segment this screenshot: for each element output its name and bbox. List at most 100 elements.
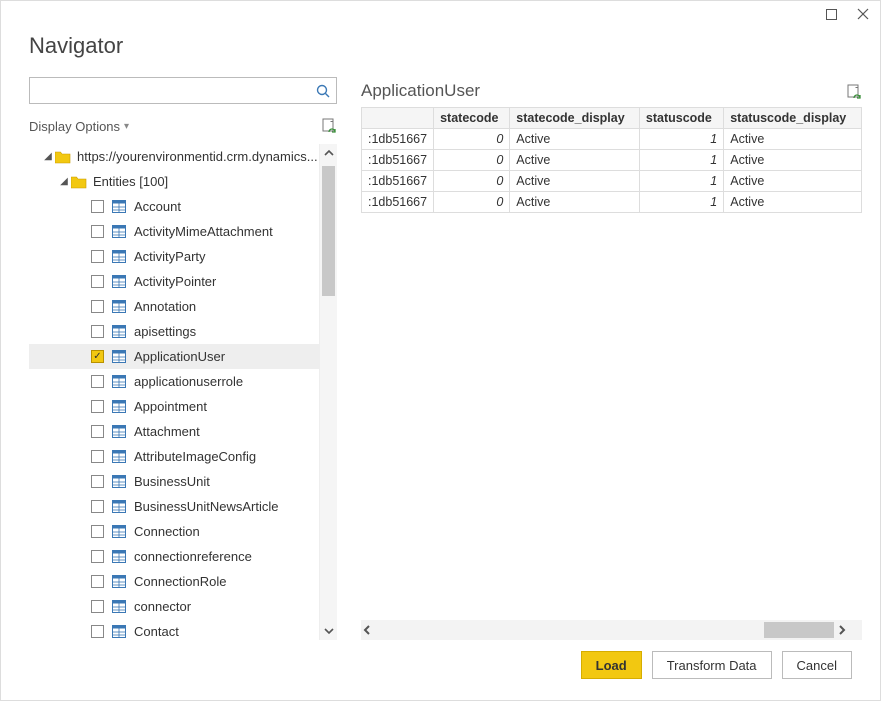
nav-tree[interactable]: ◢ https://yourenvironmentid.crm.dynamics.… xyxy=(29,144,319,640)
horizontal-scrollbar[interactable] xyxy=(361,620,862,640)
tree-item-checkbox[interactable] xyxy=(91,250,104,263)
tree-item-apisettings[interactable]: apisettings xyxy=(29,319,319,344)
table-icon xyxy=(112,275,126,288)
tree-item-checkbox[interactable] xyxy=(91,275,104,288)
cell-statecode-display: Active xyxy=(510,150,640,171)
load-button[interactable]: Load xyxy=(581,651,642,679)
cell-statecode: 0 xyxy=(434,150,510,171)
cell-statuscode: 1 xyxy=(639,129,723,150)
tree-root-label: https://yourenvironmentid.crm.dynamics..… xyxy=(77,149,318,164)
tree-item-contact[interactable]: Contact xyxy=(29,619,319,640)
tree-item-checkbox[interactable] xyxy=(91,525,104,538)
tree-item-businessunit[interactable]: BusinessUnit xyxy=(29,469,319,494)
preview-panel: ApplicationUser statecodestatecode_displ… xyxy=(361,77,862,640)
table-icon xyxy=(112,550,126,563)
tree-item-checkbox[interactable] xyxy=(91,350,104,363)
tree-item-label: connector xyxy=(134,599,191,614)
collapse-icon[interactable]: ◢ xyxy=(57,176,71,187)
column-header[interactable] xyxy=(362,108,434,129)
search-input[interactable] xyxy=(36,83,316,98)
cancel-button[interactable]: Cancel xyxy=(782,651,852,679)
close-icon[interactable] xyxy=(856,7,870,21)
nav-refresh-icon[interactable] xyxy=(321,117,337,135)
tree-item-attachment[interactable]: Attachment xyxy=(29,419,319,444)
tree-item-checkbox[interactable] xyxy=(91,625,104,638)
tree-item-checkbox[interactable] xyxy=(91,500,104,513)
tree-item-checkbox[interactable] xyxy=(91,225,104,238)
table-icon xyxy=(112,575,126,588)
search-box[interactable] xyxy=(29,77,337,104)
column-header[interactable]: statecode_display xyxy=(510,108,640,129)
table-row[interactable]: :1db516670Active1Active xyxy=(362,192,862,213)
cell-statecode: 0 xyxy=(434,129,510,150)
display-options-button[interactable]: Display Options ▾ xyxy=(29,119,129,134)
tree-root[interactable]: ◢ https://yourenvironmentid.crm.dynamics.… xyxy=(29,144,319,169)
tree-item-attributeimageconfig[interactable]: AttributeImageConfig xyxy=(29,444,319,469)
display-options-label: Display Options xyxy=(29,119,120,134)
tree-scrollbar[interactable] xyxy=(319,144,337,640)
tree-item-connectionreference[interactable]: connectionreference xyxy=(29,544,319,569)
tree-item-checkbox[interactable] xyxy=(91,425,104,438)
hscroll-thumb[interactable] xyxy=(764,622,834,638)
tree-item-checkbox[interactable] xyxy=(91,325,104,338)
cell-statuscode: 1 xyxy=(639,150,723,171)
scroll-up-icon[interactable] xyxy=(320,144,337,162)
preview-title: ApplicationUser xyxy=(361,81,480,101)
tree-item-account[interactable]: Account xyxy=(29,194,319,219)
tree-item-label: Appointment xyxy=(134,399,207,414)
table-icon xyxy=(112,225,126,238)
tree-item-annotation[interactable]: Annotation xyxy=(29,294,319,319)
transform-data-button[interactable]: Transform Data xyxy=(652,651,772,679)
table-icon xyxy=(112,450,126,463)
tree-item-checkbox[interactable] xyxy=(91,300,104,313)
tree-item-applicationuser[interactable]: ApplicationUser xyxy=(29,344,319,369)
tree-item-businessunitnewsarticle[interactable]: BusinessUnitNewsArticle xyxy=(29,494,319,519)
maximize-icon[interactable] xyxy=(824,7,838,21)
titlebar xyxy=(1,1,880,33)
preview-refresh-icon[interactable] xyxy=(846,83,862,101)
tree-item-appointment[interactable]: Appointment xyxy=(29,394,319,419)
column-header[interactable]: statecode xyxy=(434,108,510,129)
chevron-down-icon: ▾ xyxy=(124,121,129,132)
cell-statecode-display: Active xyxy=(510,171,640,192)
cell-statuscode-display: Active xyxy=(724,171,862,192)
tree-item-checkbox[interactable] xyxy=(91,400,104,413)
tree-item-checkbox[interactable] xyxy=(91,575,104,588)
page-title: Navigator xyxy=(1,33,880,77)
column-header[interactable]: statuscode xyxy=(639,108,723,129)
tree-item-activitypointer[interactable]: ActivityPointer xyxy=(29,269,319,294)
tree-item-label: apisettings xyxy=(134,324,196,339)
search-icon[interactable] xyxy=(316,84,330,98)
table-icon xyxy=(112,400,126,413)
tree-item-connectionrole[interactable]: ConnectionRole xyxy=(29,569,319,594)
tree-item-applicationuserrole[interactable]: applicationuserrole xyxy=(29,369,319,394)
table-row[interactable]: :1db516670Active1Active xyxy=(362,171,862,192)
tree-item-label: ActivityPointer xyxy=(134,274,216,289)
column-header[interactable]: statuscode_display xyxy=(724,108,862,129)
cell-statecode-display: Active xyxy=(510,129,640,150)
scroll-down-icon[interactable] xyxy=(320,622,337,640)
tree-item-connector[interactable]: connector xyxy=(29,594,319,619)
tree-item-checkbox[interactable] xyxy=(91,375,104,388)
table-icon xyxy=(112,525,126,538)
scroll-thumb[interactable] xyxy=(322,166,335,296)
table-row[interactable]: :1db516670Active1Active xyxy=(362,129,862,150)
collapse-icon[interactable]: ◢ xyxy=(41,151,55,162)
tree-item-checkbox[interactable] xyxy=(91,550,104,563)
tree-group-entities[interactable]: ◢Entities [100] xyxy=(29,169,319,194)
scroll-right-icon[interactable] xyxy=(836,624,862,636)
tree-item-connection[interactable]: Connection xyxy=(29,519,319,544)
table-icon xyxy=(112,425,126,438)
scroll-left-icon[interactable] xyxy=(361,624,387,636)
tree-item-activitymimeattachment[interactable]: ActivityMimeAttachment xyxy=(29,219,319,244)
tree-item-checkbox[interactable] xyxy=(91,200,104,213)
tree-item-checkbox[interactable] xyxy=(91,450,104,463)
table-icon xyxy=(112,600,126,613)
tree-item-checkbox[interactable] xyxy=(91,600,104,613)
tree-item-checkbox[interactable] xyxy=(91,475,104,488)
table-icon xyxy=(112,325,126,338)
table-row[interactable]: :1db516670Active1Active xyxy=(362,150,862,171)
tree-item-activityparty[interactable]: ActivityParty xyxy=(29,244,319,269)
cell-statuscode: 1 xyxy=(639,192,723,213)
table-icon xyxy=(112,375,126,388)
